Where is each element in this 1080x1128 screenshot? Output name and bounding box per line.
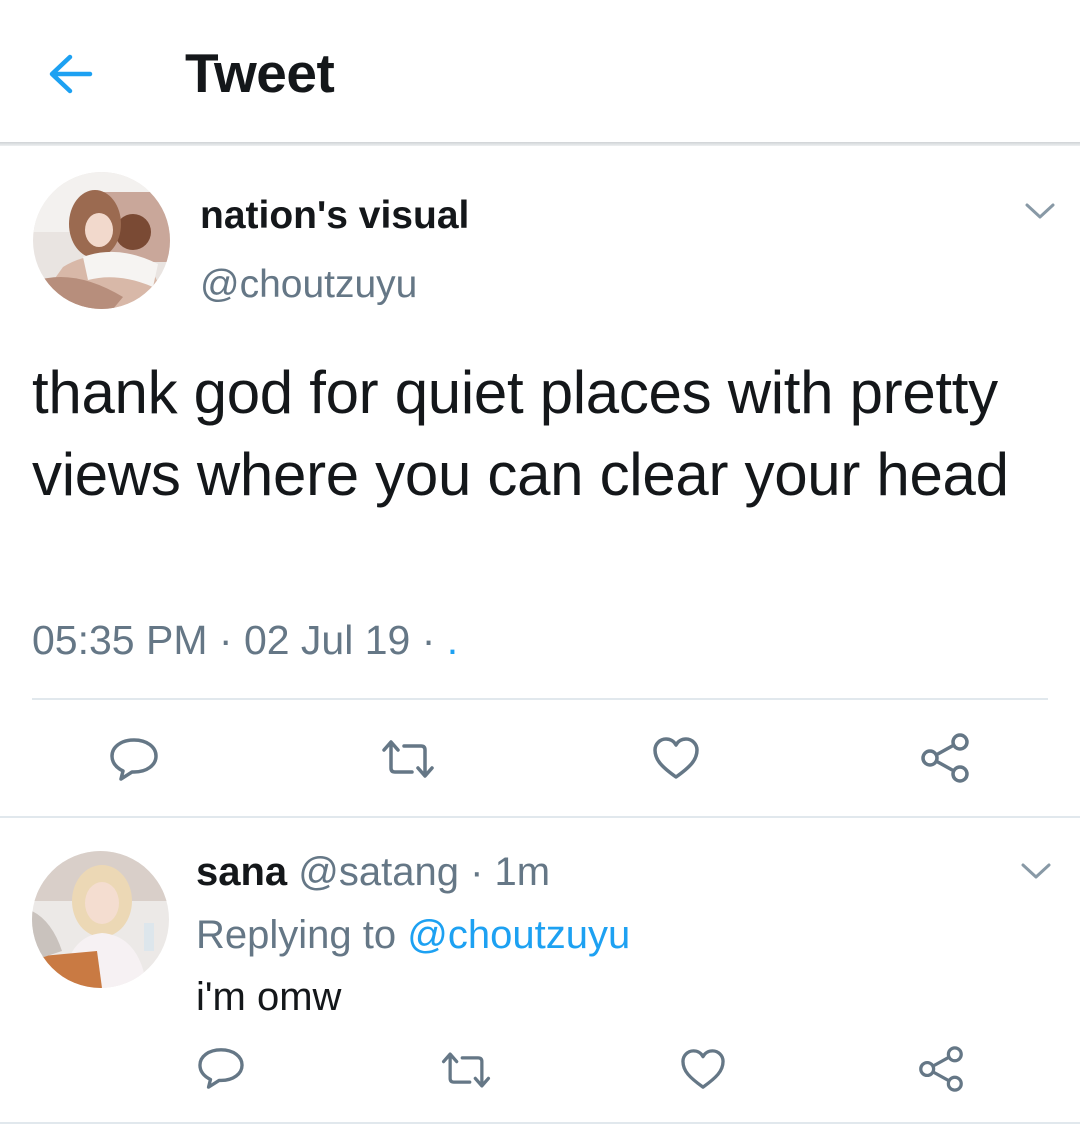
avatar-image xyxy=(32,851,169,988)
meta-separator: · xyxy=(207,617,244,663)
retweet-icon xyxy=(382,740,434,778)
like-icon xyxy=(653,737,699,779)
reply-retweet-button[interactable] xyxy=(438,1050,494,1090)
app-header xyxy=(0,0,1080,142)
reply-options-button[interactable] xyxy=(1018,860,1054,882)
avatar-image xyxy=(33,172,170,309)
page-title: Tweet xyxy=(185,42,335,104)
tweet-date: 02 Jul 19 xyxy=(243,617,411,663)
reply-avatar[interactable] xyxy=(32,851,169,988)
retweet-button[interactable] xyxy=(378,738,438,780)
divider xyxy=(32,698,1048,700)
tweet-text: thank god for quiet places with pretty v… xyxy=(32,359,1009,508)
tweet-options-button[interactable] xyxy=(1022,200,1058,222)
back-button[interactable] xyxy=(40,46,100,102)
reply-author-name[interactable]: sana xyxy=(196,850,287,894)
reply-share-button[interactable] xyxy=(918,1046,964,1092)
author-name[interactable]: nation's visual xyxy=(200,193,469,239)
like-icon xyxy=(681,1049,725,1089)
author-handle[interactable]: @choutzuyu xyxy=(200,262,417,308)
replying-label: Replying to xyxy=(196,913,397,957)
avatar[interactable] xyxy=(33,172,170,309)
retweet-icon xyxy=(441,1052,491,1088)
reply-icon xyxy=(110,738,158,781)
reply-reply-button[interactable] xyxy=(196,1046,246,1090)
reply-text: i'm omw xyxy=(196,975,342,1019)
reply-like-button[interactable] xyxy=(680,1048,726,1090)
tweet-meta: 05:35 PM · 02 Jul 19 · . xyxy=(32,616,458,664)
share-button[interactable] xyxy=(920,733,970,783)
tweet-time: 05:35 PM xyxy=(32,617,208,663)
header-divider xyxy=(0,142,1080,146)
reply-button[interactable] xyxy=(108,736,160,782)
reply-header: sana @satang · 1m xyxy=(196,847,550,897)
share-icon xyxy=(919,1046,963,1092)
replying-to: Replying to @choutzuyu xyxy=(196,910,630,960)
replying-to-link[interactable]: @choutzuyu xyxy=(407,913,630,957)
chevron-down-icon xyxy=(1021,863,1051,879)
share-icon xyxy=(921,733,969,783)
meta-separator: · xyxy=(459,850,495,894)
reply-author-handle[interactable]: @satang xyxy=(298,850,459,894)
reply-icon xyxy=(198,1048,244,1089)
like-button[interactable] xyxy=(652,736,700,780)
arrow-left-icon xyxy=(49,54,93,94)
chevron-down-icon xyxy=(1025,203,1055,219)
section-divider xyxy=(0,1122,1080,1124)
tweet-source[interactable]: . xyxy=(447,617,458,663)
section-divider xyxy=(0,816,1080,818)
meta-separator: · xyxy=(410,617,447,663)
reply-age: 1m xyxy=(494,850,551,894)
